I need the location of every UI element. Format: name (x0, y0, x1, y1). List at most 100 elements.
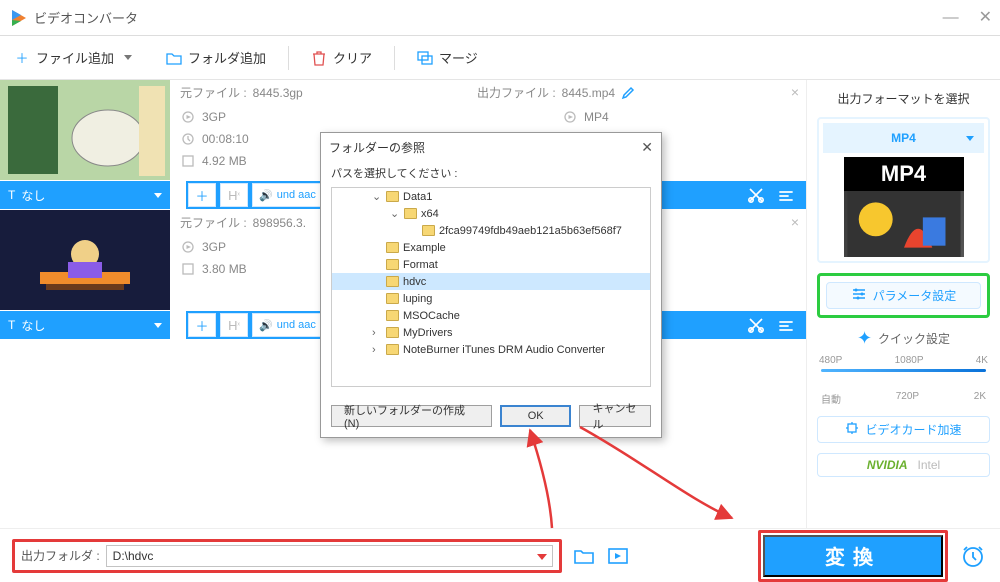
folder-icon (386, 242, 399, 253)
add-subtitle-button[interactable]: ＋ (188, 183, 216, 207)
remove-item-button[interactable]: × (784, 80, 806, 180)
speaker-icon: 🔊 (259, 189, 273, 202)
size-icon (180, 261, 196, 277)
tree-node-label: x64 (421, 208, 439, 220)
quick-settings-label: ✦ クイック設定 (817, 328, 990, 349)
source-file-name: 8445.3gp (253, 86, 303, 100)
tree-node-label: 2fca99749fdb49aeb121a5b63ef568f7 (439, 225, 622, 237)
dialog-prompt: パスを選択してください : (331, 165, 651, 181)
tree-node-label: MSOCache (403, 310, 460, 322)
schedule-button[interactable] (958, 541, 988, 571)
chevron-down-icon (154, 193, 162, 198)
app-logo (8, 8, 28, 28)
tree-node[interactable]: ⌄ x64 (332, 205, 650, 222)
chevron-down-icon (966, 136, 974, 141)
trash-icon (311, 50, 327, 66)
dialog-close-button[interactable]: ✕ (641, 139, 653, 156)
cancel-button[interactable]: キャンセル (579, 405, 651, 427)
ok-button[interactable]: OK (500, 405, 572, 427)
format-icon (562, 109, 578, 125)
tree-node-label: MyDrivers (403, 327, 453, 339)
expand-icon: ⌄ (390, 207, 400, 220)
folder-browse-dialog: フォルダーの参照 ✕ パスを選択してください : ⌄Data1⌄x642fca9… (320, 132, 662, 438)
dialog-title: フォルダーの参照 (329, 139, 425, 156)
source-file-label: 元ファイル : (180, 84, 247, 101)
chevron-down-icon (124, 55, 132, 60)
expand-icon: ⌄ (372, 190, 382, 203)
output-folder-input[interactable]: D:\hdvc (106, 545, 553, 567)
dropdown-icon[interactable] (537, 554, 547, 560)
add-subtitle-button[interactable]: ＋ (188, 313, 216, 337)
plus-icon: ＋ (14, 50, 30, 66)
minimize-button[interactable]: — (943, 8, 959, 28)
edit-icon[interactable] (776, 315, 796, 335)
tree-node[interactable]: ⌄ Data1 (332, 188, 650, 205)
convert-button[interactable]: 変換 (763, 535, 943, 577)
remove-item-button[interactable]: × (784, 210, 806, 310)
chip-icon (845, 421, 859, 438)
sliders-icon (851, 287, 867, 304)
format-select[interactable]: MP4 (823, 123, 984, 153)
hardsub-button[interactable]: Hˣ (220, 183, 248, 207)
output-file-label: 出力ファイル : (477, 84, 556, 101)
gpu-vendors: NVIDIA Intel (817, 453, 990, 477)
folder-tree[interactable]: ⌄Data1⌄x642fca99749fdb49aeb121a5b63ef568… (331, 187, 651, 387)
cut-icon[interactable] (746, 315, 766, 335)
format-icon (180, 109, 196, 125)
edit-icon[interactable] (776, 185, 796, 205)
expand-icon: › (372, 327, 382, 339)
tree-node[interactable]: 2fca99749fdb49aeb121a5b63ef568f7 (332, 222, 650, 239)
merge-button[interactable]: マージ (417, 48, 478, 67)
task-list-button[interactable] (606, 544, 630, 568)
tree-node[interactable]: Example (332, 239, 650, 256)
size-icon (180, 153, 196, 169)
format-icon (180, 239, 196, 255)
add-folder-button[interactable]: フォルダ追加 (166, 48, 266, 67)
hardsub-button[interactable]: Hˣ (220, 313, 248, 337)
folder-icon (386, 310, 399, 321)
tree-node[interactable]: hdvc (332, 273, 650, 290)
folder-plus-icon (166, 50, 182, 66)
clock-icon (180, 131, 196, 147)
parameter-highlight: パラメータ設定 (817, 273, 990, 318)
text-icon: T (8, 188, 15, 202)
output-format-title: 出力フォーマットを選択 (817, 90, 990, 107)
format-preview: MP4 (844, 157, 964, 257)
output-file-name: 8445.mp4 (562, 86, 615, 100)
video-thumbnail[interactable] (0, 80, 170, 180)
cut-icon[interactable] (746, 185, 766, 205)
pencil-icon[interactable] (621, 86, 635, 100)
expand-icon: › (372, 344, 382, 356)
output-folder-highlight: 出力フォルダ : D:\hdvc (12, 539, 562, 573)
tree-node[interactable]: luping (332, 290, 650, 307)
output-folder-label: 出力フォルダ : (21, 547, 100, 564)
gpu-accel-button[interactable]: ビデオカード加速 (817, 416, 990, 443)
folder-icon (386, 293, 399, 304)
merge-icon (417, 50, 433, 66)
folder-icon (422, 225, 435, 236)
open-folder-button[interactable] (572, 544, 596, 568)
tree-node-label: hdvc (403, 276, 426, 288)
parameter-settings-button[interactable]: パラメータ設定 (826, 282, 981, 309)
subtitle-select[interactable]: T なし (0, 181, 170, 209)
tree-node[interactable]: › MyDrivers (332, 324, 650, 341)
folder-icon (404, 208, 417, 219)
tree-node-label: luping (403, 293, 432, 305)
video-thumbnail[interactable] (0, 210, 170, 310)
tree-node[interactable]: MSOCache (332, 307, 650, 324)
add-file-button[interactable]: ＋ ファイル追加 (14, 48, 132, 67)
tree-node[interactable]: ›NoteBurner iTunes DRM Audio Converter (332, 341, 650, 358)
quality-slider[interactable]: 480P 1080P 4K (817, 355, 990, 385)
folder-icon (386, 191, 399, 202)
clear-button[interactable]: クリア (311, 48, 372, 67)
subtitle-select[interactable]: T なし (0, 311, 170, 339)
speaker-icon: 🔊 (259, 319, 273, 332)
text-icon: T (8, 318, 15, 332)
tree-node[interactable]: Format (332, 256, 650, 273)
tree-node-label: Example (403, 242, 446, 254)
tree-node-label: Data1 (403, 191, 432, 203)
new-folder-button[interactable]: 新しいフォルダーの作成(N) (331, 405, 492, 427)
folder-icon (386, 276, 399, 287)
tree-node-label: Format (403, 259, 438, 271)
close-button[interactable]: ✕ (979, 8, 992, 28)
